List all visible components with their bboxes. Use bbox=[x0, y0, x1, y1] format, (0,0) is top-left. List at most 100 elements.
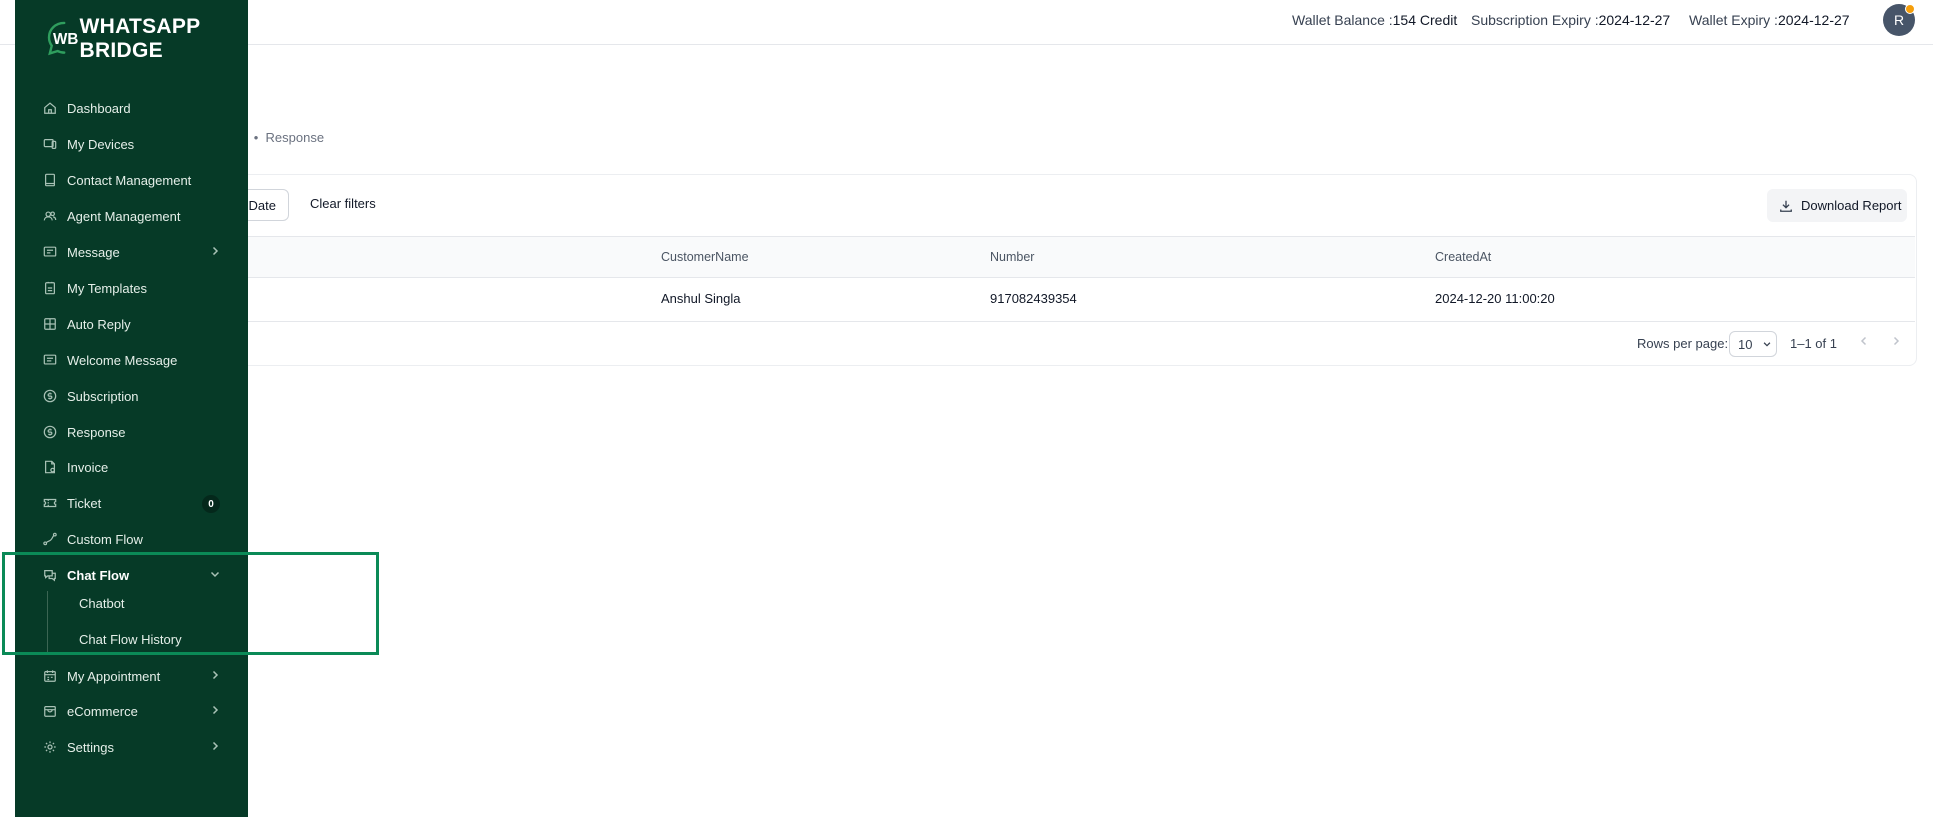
message-square-icon bbox=[42, 352, 58, 368]
sidebar-item-my-templates[interactable]: My Templates bbox=[27, 275, 227, 301]
sidebar: WB WHATSAPP BRIDGE Dashboard My Devices … bbox=[15, 0, 248, 817]
column-header-created-at[interactable]: CreatedAt bbox=[1435, 250, 1491, 264]
sidebar-item-dashboard[interactable]: Dashboard bbox=[27, 95, 227, 121]
sidebar-item-custom-flow[interactable]: Custom Flow bbox=[27, 526, 227, 552]
subscription-expiry-label: Subscription Expiry : bbox=[1471, 12, 1599, 28]
sidebar-item-label: Dashboard bbox=[67, 100, 131, 116]
chevron-right-icon bbox=[1893, 336, 1900, 346]
breadcrumb: y • Response bbox=[240, 130, 324, 145]
sidebar-item-label: Contact Management bbox=[67, 172, 192, 188]
rows-per-page-select[interactable]: 10 bbox=[1729, 331, 1777, 357]
column-header-number[interactable]: Number bbox=[990, 250, 1034, 264]
download-report-button[interactable]: Download Report bbox=[1767, 189, 1907, 222]
sidebar-item-label: Welcome Message bbox=[67, 352, 178, 368]
wallet-expiry: Wallet Expiry :2024-12-27 bbox=[1689, 12, 1850, 28]
wallet-balance-value: 154 Credit bbox=[1392, 12, 1458, 28]
chevron-down-icon bbox=[1764, 342, 1771, 347]
sidebar-item-welcome-message[interactable]: Welcome Message bbox=[27, 347, 227, 373]
rows-per-page-label: Rows per page: bbox=[1637, 336, 1729, 351]
ticket-icon bbox=[42, 495, 58, 511]
contact-book-icon bbox=[42, 172, 58, 188]
logo-text: WHATSAPP BRIDGE bbox=[79, 15, 201, 62]
dollar-circle-icon bbox=[42, 424, 58, 440]
sidebar-item-my-appointment[interactable]: My Appointment bbox=[27, 663, 227, 689]
cell-number: 917082439354 bbox=[990, 291, 1077, 306]
status-dot bbox=[1905, 4, 1915, 14]
message-icon bbox=[42, 244, 58, 260]
sidebar-item-invoice[interactable]: Invoice bbox=[27, 454, 227, 480]
grid-icon bbox=[42, 316, 58, 332]
sidebar-item-label: Settings bbox=[67, 739, 114, 755]
devices-icon bbox=[42, 136, 58, 152]
breadcrumb-separator: • bbox=[253, 130, 259, 145]
home-icon bbox=[42, 100, 58, 116]
whatsapp-bridge-logo-icon: WB bbox=[47, 21, 78, 56]
calendar-icon bbox=[42, 668, 58, 684]
sidebar-item-label: Ticket bbox=[67, 495, 102, 511]
wallet-balance: Wallet Balance :154 Credit bbox=[1292, 12, 1457, 28]
sidebar-item-auto-reply[interactable]: Auto Reply bbox=[27, 311, 227, 337]
sidebar-item-my-devices[interactable]: My Devices bbox=[27, 131, 227, 157]
sidebar-item-label: Invoice bbox=[67, 459, 109, 475]
invoice-icon bbox=[42, 459, 58, 475]
sidebar-item-agent-management[interactable]: Agent Management bbox=[27, 203, 227, 229]
rows-per-page-value: 10 bbox=[1738, 336, 1753, 352]
template-icon bbox=[42, 280, 58, 296]
wallet-balance-label: Wallet Balance : bbox=[1292, 12, 1393, 28]
download-report-label: Download Report bbox=[1801, 198, 1902, 213]
dollar-circle-icon bbox=[42, 388, 58, 404]
breadcrumb-current: Response bbox=[265, 130, 325, 145]
sidebar-item-label: Custom Flow bbox=[67, 531, 143, 547]
chevron-right-icon bbox=[209, 704, 221, 716]
chat-icon bbox=[42, 567, 58, 583]
date-filter-label: Date bbox=[248, 197, 276, 213]
avatar-initial: R bbox=[1893, 12, 1905, 28]
sidebar-item-ecommerce[interactable]: eCommerce bbox=[27, 698, 227, 724]
sidebar-item-label: My Devices bbox=[67, 136, 135, 152]
sidebar-item-label: Agent Management bbox=[67, 208, 181, 224]
users-icon bbox=[42, 208, 58, 224]
table-header: CustomerName Number CreatedAt bbox=[170, 236, 1915, 278]
logo[interactable]: WB WHATSAPP BRIDGE bbox=[45, 15, 248, 62]
clear-filters-button[interactable]: Clear filters bbox=[310, 196, 376, 211]
submenu-guide-line bbox=[47, 591, 48, 654]
sidebar-subitem-chat-flow-history[interactable]: Chat Flow History bbox=[79, 632, 182, 647]
sidebar-item-settings[interactable]: Settings bbox=[27, 734, 227, 760]
sidebar-item-ticket[interactable]: Ticket 0 bbox=[27, 490, 227, 516]
sidebar-item-contact-management[interactable]: Contact Management bbox=[27, 167, 227, 193]
column-header-customer-name[interactable]: CustomerName bbox=[661, 250, 749, 264]
sidebar-item-subscription[interactable]: Subscription bbox=[27, 383, 227, 409]
wallet-expiry-value: 2024-12-27 bbox=[1777, 12, 1850, 28]
flow-icon bbox=[42, 531, 58, 547]
gear-icon bbox=[42, 739, 58, 755]
sidebar-item-label: Message bbox=[67, 244, 120, 260]
download-icon bbox=[1780, 200, 1792, 212]
sidebar-item-label: My Templates bbox=[67, 280, 147, 296]
sidebar-item-chat-flow[interactable]: Chat Flow bbox=[27, 562, 227, 588]
sidebar-item-label: Chat Flow bbox=[67, 567, 130, 583]
table-row: Anshul Singla 917082439354 2024-12-20 11… bbox=[170, 276, 1915, 322]
sidebar-item-label: Response bbox=[67, 424, 126, 440]
top-header: Wallet Balance :154 Credit Subscription … bbox=[0, 0, 1933, 45]
sidebar-item-message[interactable]: Message bbox=[27, 239, 227, 265]
chevron-left-icon bbox=[1860, 336, 1867, 346]
sidebar-item-response[interactable]: Response bbox=[27, 419, 227, 445]
ticket-count-badge: 0 bbox=[202, 495, 220, 513]
cell-customer-name: Anshul Singla bbox=[661, 291, 741, 306]
next-page-button[interactable] bbox=[1890, 334, 1902, 350]
subscription-expiry: Subscription Expiry :2024-12-27 bbox=[1471, 12, 1670, 28]
sidebar-subitem-chatbot[interactable]: Chatbot bbox=[79, 596, 125, 611]
svg-text:WB: WB bbox=[53, 31, 78, 48]
previous-page-button[interactable] bbox=[1858, 334, 1870, 350]
chevron-right-icon bbox=[209, 669, 221, 681]
sidebar-item-label: Subscription bbox=[67, 388, 139, 404]
chevron-right-icon bbox=[209, 245, 221, 257]
sidebar-item-label: Auto Reply bbox=[67, 316, 131, 332]
chevron-right-icon bbox=[209, 740, 221, 752]
chevron-down-icon bbox=[209, 568, 221, 580]
store-icon bbox=[42, 703, 58, 719]
pagination-range: 1–1 of 1 bbox=[1790, 336, 1837, 351]
subscription-expiry-value: 2024-12-27 bbox=[1598, 12, 1671, 28]
wallet-expiry-label: Wallet Expiry : bbox=[1689, 12, 1778, 28]
cell-created-at: 2024-12-20 11:00:20 bbox=[1435, 291, 1555, 306]
